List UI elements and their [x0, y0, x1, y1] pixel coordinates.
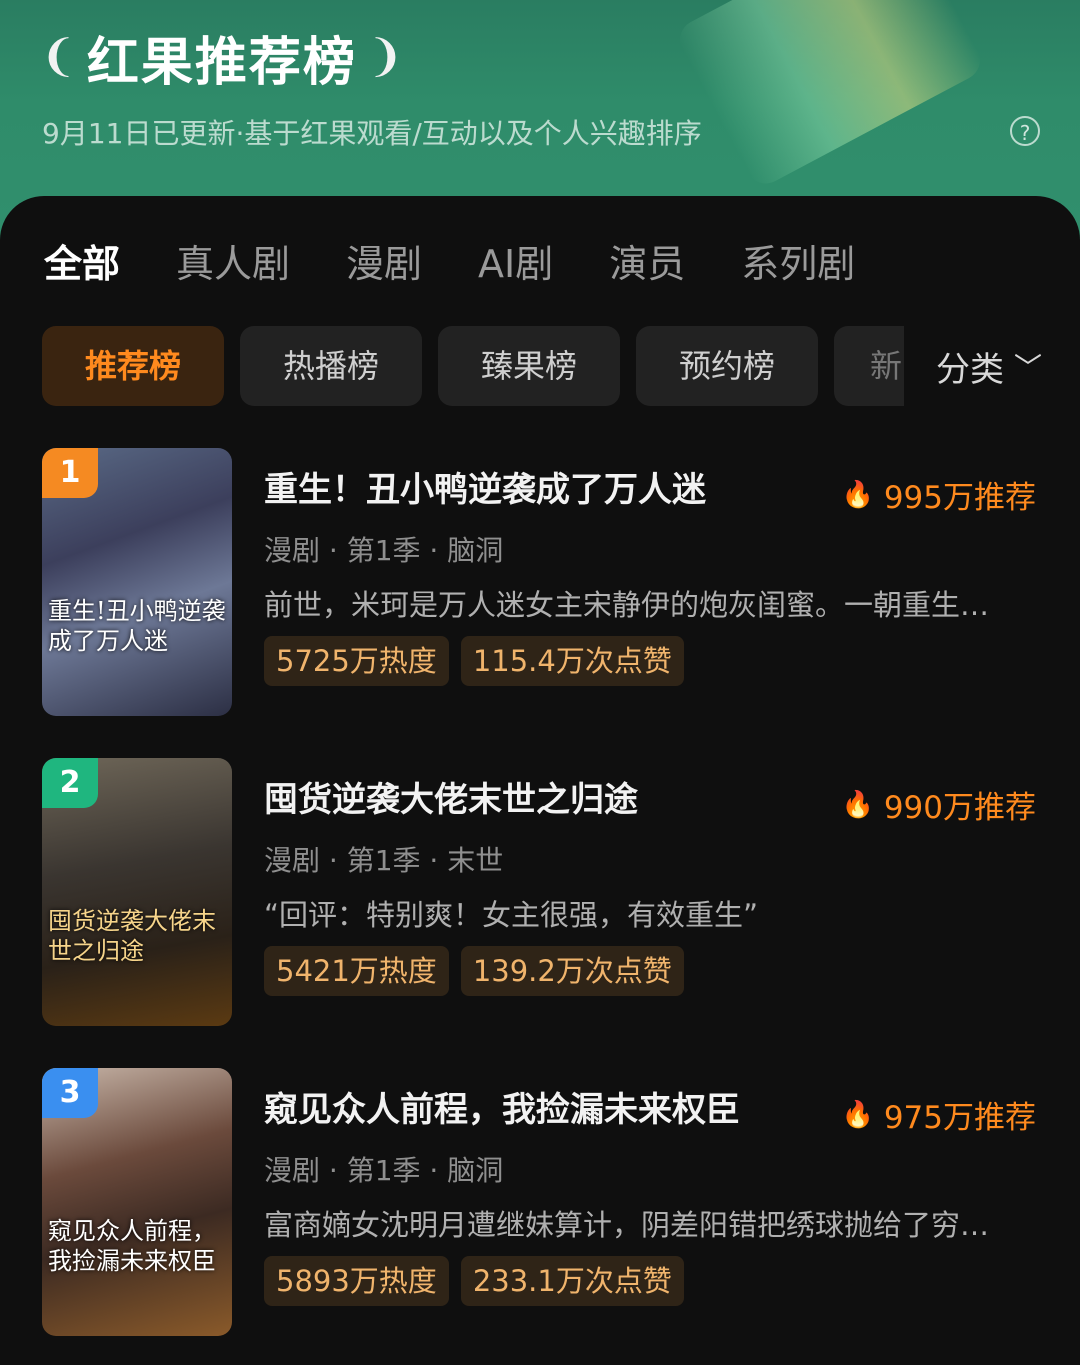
- likes-badge: 139.2万次点赞: [460, 946, 684, 996]
- chip-reservation-rank[interactable]: 预约榜: [636, 326, 818, 406]
- recommend-count: 🔥 995万推荐: [841, 472, 1036, 517]
- content-panel: 全部 真人剧 漫剧 AI剧 演员 系列剧 推荐榜 热播榜 臻果榜 预约榜 新 分…: [0, 196, 1080, 1365]
- category-label: 分类: [935, 349, 1004, 390]
- tab-ai-drama[interactable]: AI剧: [478, 236, 553, 292]
- item-info: 窥见众人前程，我捡漏未来权臣 🔥 975万推荐 漫剧 · 第1季 · 脑洞 富商…: [264, 1082, 1042, 1306]
- recommend-count: 🔥 990万推荐: [841, 782, 1036, 827]
- chip-hot-rank[interactable]: 热播榜: [240, 326, 422, 406]
- ranking-chips: 推荐榜 热播榜 臻果榜 预约榜 新 分类 ﹀: [42, 326, 1042, 406]
- heat-badge: 5725万热度: [264, 636, 449, 686]
- heat-badge: 5421万热度: [264, 946, 449, 996]
- drama-description: 前世，米珂是万人迷女主宋静伊的炮灰闺蜜。一朝重生…: [264, 588, 990, 622]
- drama-meta: 漫剧 · 第1季 · 脑洞: [264, 1154, 504, 1187]
- item-info: 重生！丑小鸭逆袭成了万人迷 🔥 995万推荐 漫剧 · 第1季 · 脑洞 前世，…: [264, 462, 1042, 686]
- tab-live-action[interactable]: 真人剧: [176, 236, 290, 292]
- rank-badge: 3: [42, 1068, 98, 1118]
- recommend-text: 975万推荐: [883, 1100, 1036, 1136]
- cover-title-text: 重生!丑小鸭逆袭成了万人迷: [48, 597, 226, 655]
- category-tabs: 全部 真人剧 漫剧 AI剧 演员 系列剧: [44, 236, 911, 292]
- category-dropdown[interactable]: 分类 ﹀: [904, 326, 1042, 406]
- rank-badge: 1: [42, 448, 98, 498]
- cover-image[interactable]: 窥见众人前程，我捡漏未来权臣 3: [42, 1068, 232, 1336]
- chip-recommend-rank[interactable]: 推荐榜: [42, 326, 224, 406]
- laurel-left-icon: ❨: [40, 31, 77, 82]
- stat-badges: 5725万热度 115.4万次点赞: [264, 636, 1042, 686]
- stat-badges: 5421万热度 139.2万次点赞: [264, 946, 1042, 996]
- drama-meta: 漫剧 · 第1季 · 末世: [264, 844, 504, 877]
- drama-description: 富商嫡女沈明月遭继妹算计，阴差阳错把绣球抛给了穷…: [264, 1208, 990, 1242]
- tab-series[interactable]: 系列剧: [741, 236, 855, 292]
- cover-image[interactable]: 囤货逆袭大佬末世之归途 2: [42, 758, 232, 1026]
- cover-title-text: 囤货逆袭大佬末世之归途: [48, 907, 216, 965]
- help-icon[interactable]: ?: [1010, 116, 1040, 146]
- recommend-text: 995万推荐: [883, 480, 1036, 516]
- flame-icon: 🔥: [841, 479, 874, 510]
- drama-meta: 漫剧 · 第1季 · 脑洞: [264, 534, 504, 567]
- cover-image[interactable]: 重生!丑小鸭逆袭成了万人迷 1: [42, 448, 232, 716]
- chevron-down-icon: ﹀: [1013, 351, 1042, 384]
- list-item[interactable]: 囤货逆袭大佬末世之归途 2 囤货逆袭大佬末世之归途 🔥 990万推荐 漫剧 · …: [42, 758, 1042, 1026]
- title-row: ❨ 红果推荐榜 ❩: [40, 22, 404, 93]
- stat-badges: 5893万热度 233.1万次点赞: [264, 1256, 1042, 1306]
- cover-title-text: 窥见众人前程，我捡漏未来权臣: [48, 1217, 216, 1275]
- list-item[interactable]: 窥见众人前程，我捡漏未来权臣 3 窥见众人前程，我捡漏未来权臣 🔥 975万推荐…: [42, 1068, 1042, 1336]
- update-subtitle: 9月11日已更新·基于红果观看/互动以及个人兴趣排序: [42, 117, 702, 150]
- heat-badge: 5893万热度: [264, 1256, 449, 1306]
- rank-badge: 2: [42, 758, 98, 808]
- flame-icon: 🔥: [841, 1099, 874, 1130]
- tab-actors[interactable]: 演员: [609, 236, 685, 292]
- film-strip-decoration: [672, 0, 988, 191]
- tab-all[interactable]: 全部: [44, 236, 120, 292]
- list-item[interactable]: 重生!丑小鸭逆袭成了万人迷 1 重生！丑小鸭逆袭成了万人迷 🔥 995万推荐 漫…: [42, 448, 1042, 716]
- flame-icon: 🔥: [841, 789, 874, 820]
- page-title: 红果推荐榜: [86, 32, 357, 93]
- laurel-right-icon: ❩: [366, 31, 404, 82]
- likes-badge: 233.1万次点赞: [460, 1256, 684, 1306]
- recommend-text: 990万推荐: [883, 790, 1036, 826]
- chip-new-rank-partial[interactable]: 新: [834, 326, 904, 406]
- likes-badge: 115.4万次点赞: [460, 636, 684, 686]
- recommend-count: 🔥 975万推荐: [841, 1092, 1036, 1137]
- item-info: 囤货逆袭大佬末世之归途 🔥 990万推荐 漫剧 · 第1季 · 末世 “回评：特…: [264, 772, 1042, 996]
- drama-description: “回评：特别爽！女主很强，有效重生”: [264, 898, 759, 932]
- chip-premium-rank[interactable]: 臻果榜: [438, 326, 620, 406]
- tab-comic-drama[interactable]: 漫剧: [346, 236, 422, 292]
